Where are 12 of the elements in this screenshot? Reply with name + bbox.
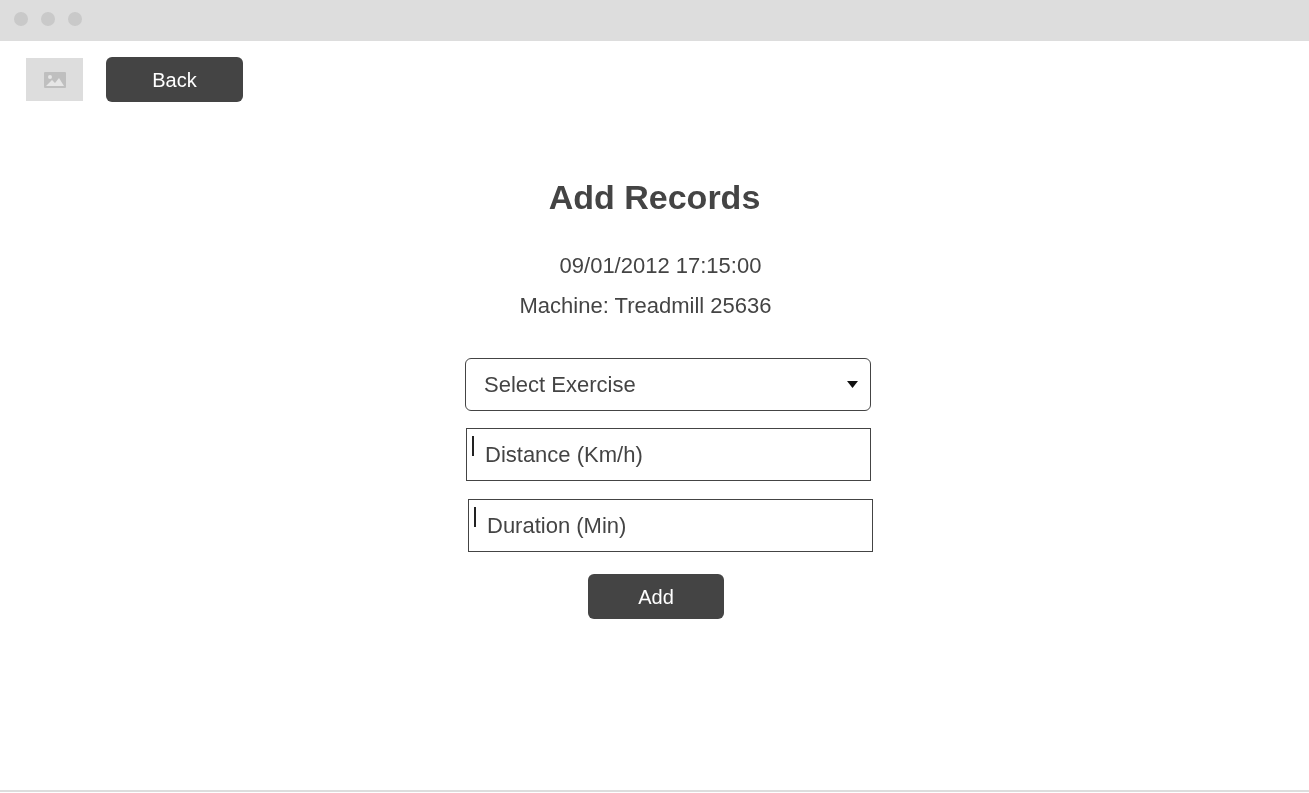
add-button[interactable]: Add xyxy=(588,574,724,619)
caret-icon xyxy=(847,381,858,388)
image-icon xyxy=(43,71,66,88)
text-cursor-icon xyxy=(474,507,476,527)
input-field[interactable]: Distance (Km/h) xyxy=(466,428,871,481)
record-datetime: 09/01/2012 17:15:00 xyxy=(559,252,762,280)
text-cursor-icon xyxy=(472,436,474,456)
exercise-select[interactable]: Select Exercise xyxy=(465,358,871,411)
page-title: Add Records xyxy=(548,177,761,217)
machine-label: Machine: Treadmill 25636 xyxy=(519,292,772,320)
back-button[interactable]: Back xyxy=(106,57,243,102)
input-field[interactable]: Duration (Min) xyxy=(468,499,873,552)
